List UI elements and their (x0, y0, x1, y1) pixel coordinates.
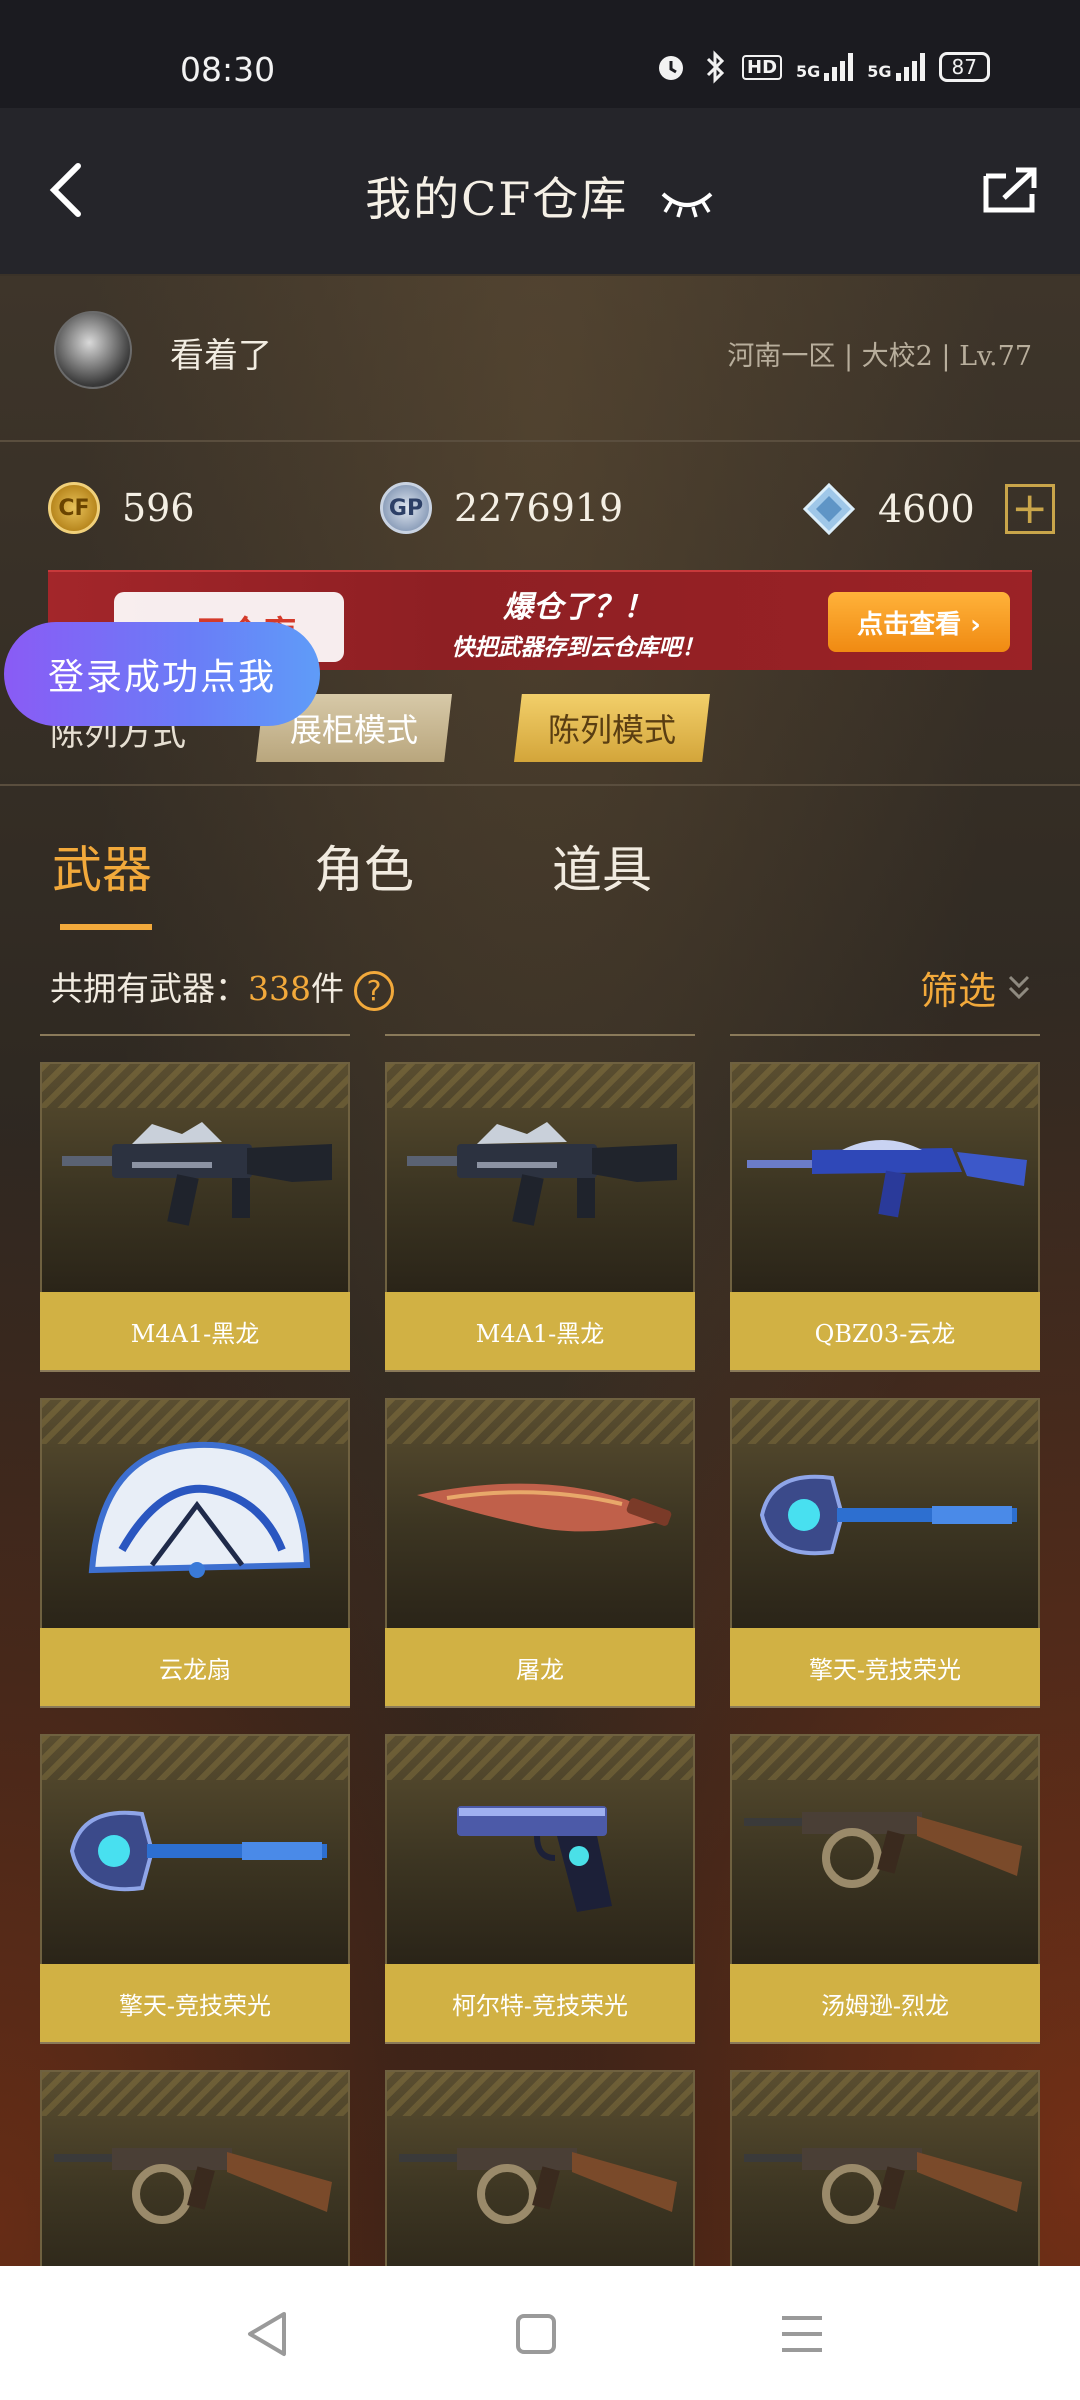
login-success-bubble[interactable]: 登录成功点我 (4, 622, 320, 726)
inventory-count-row: 共拥有武器：338件? 筛选 (0, 950, 1080, 1034)
weapon-card[interactable]: QBZ03-云龙 (730, 1034, 1040, 1370)
profile-row: 看着了 河南一区 | 大校2 | Lv.77 (0, 276, 1080, 442)
weapon-card[interactable] (385, 2042, 695, 2266)
weapon-card[interactable]: 柯尔特-竞技荣光 (385, 1706, 695, 2042)
diamonds: 4600 + (802, 482, 1055, 536)
gp-points: GP 2276919 (380, 482, 623, 534)
weapon-name: QBZ03-云龙 (730, 1292, 1040, 1370)
diamonds-value: 4600 (878, 487, 975, 531)
tab-roles[interactable]: 角色 (314, 830, 414, 902)
nav-menu-icon[interactable] (772, 2306, 832, 2362)
cf-points-value: 596 (122, 486, 195, 530)
pistol-icon (457, 1806, 612, 1912)
diamond-icon (802, 482, 856, 536)
chevron-down-icon (1008, 975, 1030, 999)
signal-5g-icon: 5G (867, 53, 925, 81)
active-tab-indicator (60, 924, 152, 930)
weapon-name: M4A1-黑龙 (40, 1292, 350, 1370)
weapon-card[interactable] (730, 2042, 1040, 2266)
weapon-card[interactable]: 擎天-竞技荣光 (730, 1370, 1040, 1706)
weapon-card[interactable]: 屠龙 (385, 1370, 695, 1706)
smg-icon (744, 2148, 1022, 2224)
cf-coin-icon: CF (48, 482, 100, 534)
status-icons: HD 5G 5G 87 (654, 50, 990, 84)
alarm-icon (659, 56, 683, 80)
knife-icon (417, 1483, 672, 1532)
rifle-icon (407, 1122, 677, 1226)
page-title: 我的CF仓库 (0, 163, 1080, 229)
shovel-icon (759, 1474, 1017, 1556)
weapon-name: 擎天-竞技荣光 (730, 1628, 1040, 1706)
view-button[interactable]: 点击查看 › (828, 592, 1010, 652)
category-tabs: 武器 角色 道具 (0, 800, 1080, 940)
cf-points: CF 596 (48, 482, 195, 534)
status-bar: 08:30 HD 5G 5G 87 (0, 0, 1080, 108)
weapon-name: 汤姆逊-烈龙 (730, 1964, 1040, 2042)
nav-home-icon[interactable] (506, 2306, 566, 2362)
weapon-name: 云龙扇 (40, 1628, 350, 1706)
weapon-name: 屠龙 (385, 1628, 695, 1706)
weapon-name: 擎天-竞技荣光 (40, 1964, 350, 2042)
smg-icon (399, 2148, 677, 2224)
help-icon[interactable]: ? (354, 971, 394, 1011)
banner-text: 爆仓了？！ 快把武器存到云仓库吧！ (451, 590, 705, 661)
weapon-grid: M4A1-黑龙 M4A1-黑龙 QBZ03-云龙 云龙扇 屠龙 擎天-竞技荣光 … (40, 1034, 1040, 2266)
weapon-card[interactable] (40, 2042, 350, 2266)
shovel-icon (69, 1810, 327, 1892)
add-diamonds-button[interactable]: + (1004, 484, 1055, 534)
weapon-name: M4A1-黑龙 (385, 1292, 695, 1370)
system-nav-bar (0, 2266, 1080, 2400)
weapon-card[interactable]: M4A1-黑龙 (40, 1034, 350, 1370)
tab-weapons[interactable]: 武器 (52, 830, 152, 902)
smg-icon (54, 2148, 332, 2224)
status-time: 08:30 (180, 50, 276, 89)
gp-points-value: 2276919 (454, 486, 624, 530)
weapon-count: 共拥有武器：338件? (50, 962, 394, 1011)
filter-button[interactable]: 筛选 (920, 960, 1032, 1015)
fan-icon (88, 1441, 311, 1578)
weapon-card[interactable]: 云龙扇 (40, 1370, 350, 1706)
battery-icon: 87 (938, 52, 990, 82)
eye-closed-icon[interactable] (659, 186, 715, 220)
bluetooth-icon (706, 50, 725, 84)
gp-coin-icon: GP (380, 482, 432, 534)
currency-row: CF 596 GP 2276919 4600 + (0, 444, 1080, 564)
title-bar: 我的CF仓库 (0, 108, 1080, 276)
hd-icon: HD (742, 54, 783, 80)
nickname: 看着了 (170, 336, 272, 376)
share-icon[interactable] (982, 166, 1038, 214)
rifle-icon (62, 1122, 332, 1226)
smg-icon (744, 1812, 1022, 1888)
weapon-name: 柯尔特-竞技荣光 (385, 1964, 695, 2042)
nav-back-icon[interactable] (238, 2306, 298, 2362)
tab-items[interactable]: 道具 (552, 830, 652, 902)
server-info: 河南一区 | 大校2 | Lv.77 (727, 341, 1032, 372)
weapon-card[interactable]: 汤姆逊-烈龙 (730, 1706, 1040, 2042)
weapon-card[interactable]: 擎天-竞技荣光 (40, 1706, 350, 2042)
avatar[interactable] (54, 311, 132, 389)
signal-5g-icon: 5G (796, 53, 854, 81)
list-mode-button[interactable]: 陈列模式 (514, 694, 710, 762)
weapon-card[interactable]: M4A1-黑龙 (385, 1034, 695, 1370)
rifle-icon (747, 1140, 1027, 1218)
